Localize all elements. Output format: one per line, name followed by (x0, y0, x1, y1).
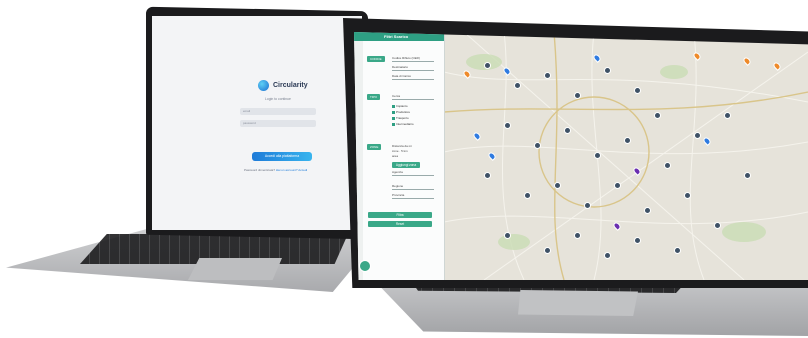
login-footer: Password dimenticata? Hai un account? Ac… (244, 168, 307, 172)
map-cluster-icon[interactable] (614, 182, 621, 189)
login-logo: Circularity (258, 80, 308, 91)
map-cluster-icon[interactable] (544, 247, 551, 254)
map-cluster-icon[interactable] (654, 112, 661, 119)
map-cluster-icon[interactable] (514, 82, 521, 89)
cer-select[interactable]: Codice Rifiuto (CER) (392, 56, 434, 62)
search-input[interactable]: Cerca (392, 94, 434, 100)
login-subtitle: Login to continue (265, 97, 291, 101)
map-cluster-icon[interactable] (634, 87, 641, 94)
signup-link[interactable]: Hai un account? Accedi (276, 168, 307, 172)
map-cluster-icon[interactable] (524, 192, 531, 199)
login-brand: Circularity (273, 82, 308, 89)
map-cluster-icon[interactable] (564, 127, 571, 134)
map-cluster-icon[interactable] (594, 152, 601, 159)
checkbox-intermediario[interactable]: Intermediario (392, 122, 414, 126)
destination-select[interactable]: Destinatario (392, 65, 434, 71)
map-cluster-icon[interactable] (574, 92, 581, 99)
chat-icon[interactable] (359, 260, 371, 272)
zone-details: Distanza da mi zone · 5 km area (392, 144, 412, 159)
map-cluster-icon[interactable] (664, 162, 671, 169)
map-cluster-icon[interactable] (574, 232, 581, 239)
checkbox-produttore[interactable]: Produttore (392, 110, 410, 114)
agency-field[interactable]: Agenzia (392, 170, 434, 176)
map-cluster-icon[interactable] (544, 72, 551, 79)
section-zone-pill: ZONE (367, 144, 382, 150)
map-cluster-icon[interactable] (584, 202, 591, 209)
reset-filter-button[interactable]: Reset (368, 221, 432, 227)
map-cluster-icon[interactable] (504, 232, 511, 239)
email-field[interactable]: email (240, 108, 316, 115)
map-cluster-icon[interactable] (484, 62, 491, 69)
section-type-pill: TIPO (367, 94, 381, 100)
map-cluster-icon[interactable] (554, 182, 561, 189)
map-cluster-icon[interactable] (714, 222, 721, 229)
section-code-pill: CODICE (367, 56, 385, 62)
login-screen: Circularity Login to continue email pass… (152, 16, 362, 230)
apply-filter-button[interactable]: Filtra (368, 212, 432, 218)
right-laptop-trackpad (518, 290, 638, 316)
login-button[interactable]: Accedi alla piattaforma (252, 152, 312, 161)
zone-line: area (392, 154, 399, 158)
map-cluster-icon[interactable] (644, 207, 651, 214)
map-cluster-icon[interactable] (534, 142, 541, 149)
map-cluster-icon[interactable] (724, 112, 731, 119)
password-field[interactable]: password (240, 120, 316, 127)
map-cluster-icon[interactable] (604, 252, 611, 259)
circularity-logo-icon (258, 80, 269, 91)
map-cluster-icon[interactable] (634, 237, 641, 244)
map-cluster-icon[interactable] (624, 137, 631, 144)
map-roads (444, 32, 808, 280)
map-cluster-icon[interactable] (484, 172, 491, 179)
checkbox-trasporto[interactable]: Trasporto (392, 116, 409, 120)
map-cluster-icon[interactable] (504, 122, 511, 129)
map-app-screen: Filtri Scarico CODICE Codice Rifiuto (CE… (354, 32, 808, 280)
checkbox-impianto[interactable]: Impianto (392, 104, 408, 108)
forgot-password-link[interactable]: Password dimenticata? (244, 168, 275, 172)
map-cluster-icon[interactable] (674, 247, 681, 254)
map-view[interactable] (444, 32, 808, 280)
date-select[interactable]: Data di Carico (392, 74, 434, 80)
add-zone-button[interactable]: Aggiungi zona (392, 162, 420, 168)
map-cluster-icon[interactable] (694, 132, 701, 139)
region-select[interactable]: Regione (392, 184, 434, 190)
panel-title: Filtri Scarico (384, 34, 409, 39)
map-cluster-icon[interactable] (744, 172, 751, 179)
map-cluster-icon[interactable] (684, 192, 691, 199)
left-laptop-trackpad (188, 258, 282, 280)
province-select[interactable]: Provincia (392, 193, 434, 199)
map-cluster-icon[interactable] (604, 67, 611, 74)
filter-panel: Filtri Scarico CODICE Codice Rifiuto (CE… (354, 32, 445, 280)
